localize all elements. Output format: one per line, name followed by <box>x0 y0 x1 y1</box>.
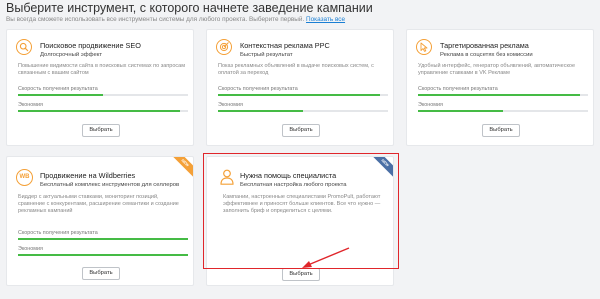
new-ribbon: NEW <box>168 157 193 180</box>
select-button[interactable]: Выбрать <box>282 124 320 137</box>
card-title: Поисковое продвижение SEO <box>40 41 141 50</box>
economy-label: Экономия <box>418 102 443 108</box>
speed-bar-fill <box>218 94 380 96</box>
card-subtitle: Бесплатная настройка любого проекта <box>240 182 347 188</box>
speed-bar-fill <box>18 94 103 96</box>
economy-label: Экономия <box>218 102 243 108</box>
card-description: Показ рекламных объявлений в выдаче поис… <box>218 63 374 76</box>
speed-label: Скорость получения результата <box>18 86 98 92</box>
speed-bar-fill <box>418 94 580 96</box>
tool-card-specialist[interactable]: NEW Нужна помощь специалиста Бесплатная … <box>206 156 394 286</box>
wb-icon: WB <box>16 169 33 186</box>
speed-label: Скорость получения результата <box>418 86 498 92</box>
economy-bar <box>218 110 388 112</box>
select-button[interactable]: Выбрать <box>82 267 120 280</box>
select-button[interactable]: Выбрать <box>82 124 120 137</box>
card-subtitle: Бесплатный комплекс инструментов для сел… <box>40 182 180 188</box>
tool-card-wildberries[interactable]: NEW WB Продвижение на Wildberries Беспла… <box>6 156 194 286</box>
speed-label: Скорость получения результата <box>218 86 298 92</box>
speed-bar <box>418 94 588 96</box>
card-title: Продвижение на Wildberries <box>40 171 136 180</box>
economy-label: Экономия <box>18 102 43 108</box>
card-title: Контекстная реклама PPC <box>240 41 330 50</box>
card-subtitle: Долгосрочный эффект <box>40 52 103 58</box>
card-title: Таргетированная реклама <box>440 41 529 50</box>
speed-bar <box>18 94 188 96</box>
page-title: Выберите инструмент, с которого начнете … <box>6 1 373 15</box>
new-ribbon: NEW <box>368 157 393 180</box>
target-icon <box>216 39 232 55</box>
economy-bar <box>18 254 188 256</box>
tool-card-targeted[interactable]: Таргетированная реклама Реклама в соцсет… <box>406 29 594 146</box>
speed-bar <box>218 94 388 96</box>
card-subtitle: Реклама в соцсетях без комиссии <box>440 52 533 58</box>
economy-bar <box>418 110 588 112</box>
economy-bar-fill <box>18 254 188 256</box>
cursor-icon <box>416 39 432 55</box>
show-all-link[interactable]: Показать все <box>306 16 345 23</box>
economy-bar-fill <box>218 110 303 112</box>
speed-label: Скорость получения результата <box>18 230 98 236</box>
person-icon <box>220 169 234 185</box>
card-description: Кампании, настроенные специалистами Prom… <box>223 194 381 214</box>
speed-bar-fill <box>18 238 188 240</box>
select-button[interactable]: Выбрать <box>282 268 320 281</box>
tool-card-ppc[interactable]: Контекстная реклама PPC Быстрый результа… <box>206 29 394 146</box>
economy-label: Экономия <box>18 246 43 252</box>
economy-bar-fill <box>18 110 180 112</box>
card-description: Биддер с актуальными ставками, мониторин… <box>18 194 179 214</box>
economy-bar-fill <box>418 110 503 112</box>
page-subtitle: Вы всегда сможете использовать все инстр… <box>6 16 345 23</box>
subtitle-text: Вы всегда сможете использовать все инстр… <box>6 16 307 23</box>
economy-bar <box>18 110 188 112</box>
select-button[interactable]: Выбрать <box>482 124 520 137</box>
card-title: Нужна помощь специалиста <box>240 171 337 180</box>
card-subtitle: Быстрый результат <box>240 52 293 58</box>
tool-card-seo[interactable]: Поисковое продвижение SEO Долгосрочный э… <box>6 29 194 146</box>
card-description: Удобный интерфейс, генератор объявлений,… <box>418 63 576 76</box>
card-description: Повышение видимости сайта в поисковых си… <box>18 63 185 76</box>
speed-bar <box>18 238 188 240</box>
search-icon <box>16 39 32 55</box>
